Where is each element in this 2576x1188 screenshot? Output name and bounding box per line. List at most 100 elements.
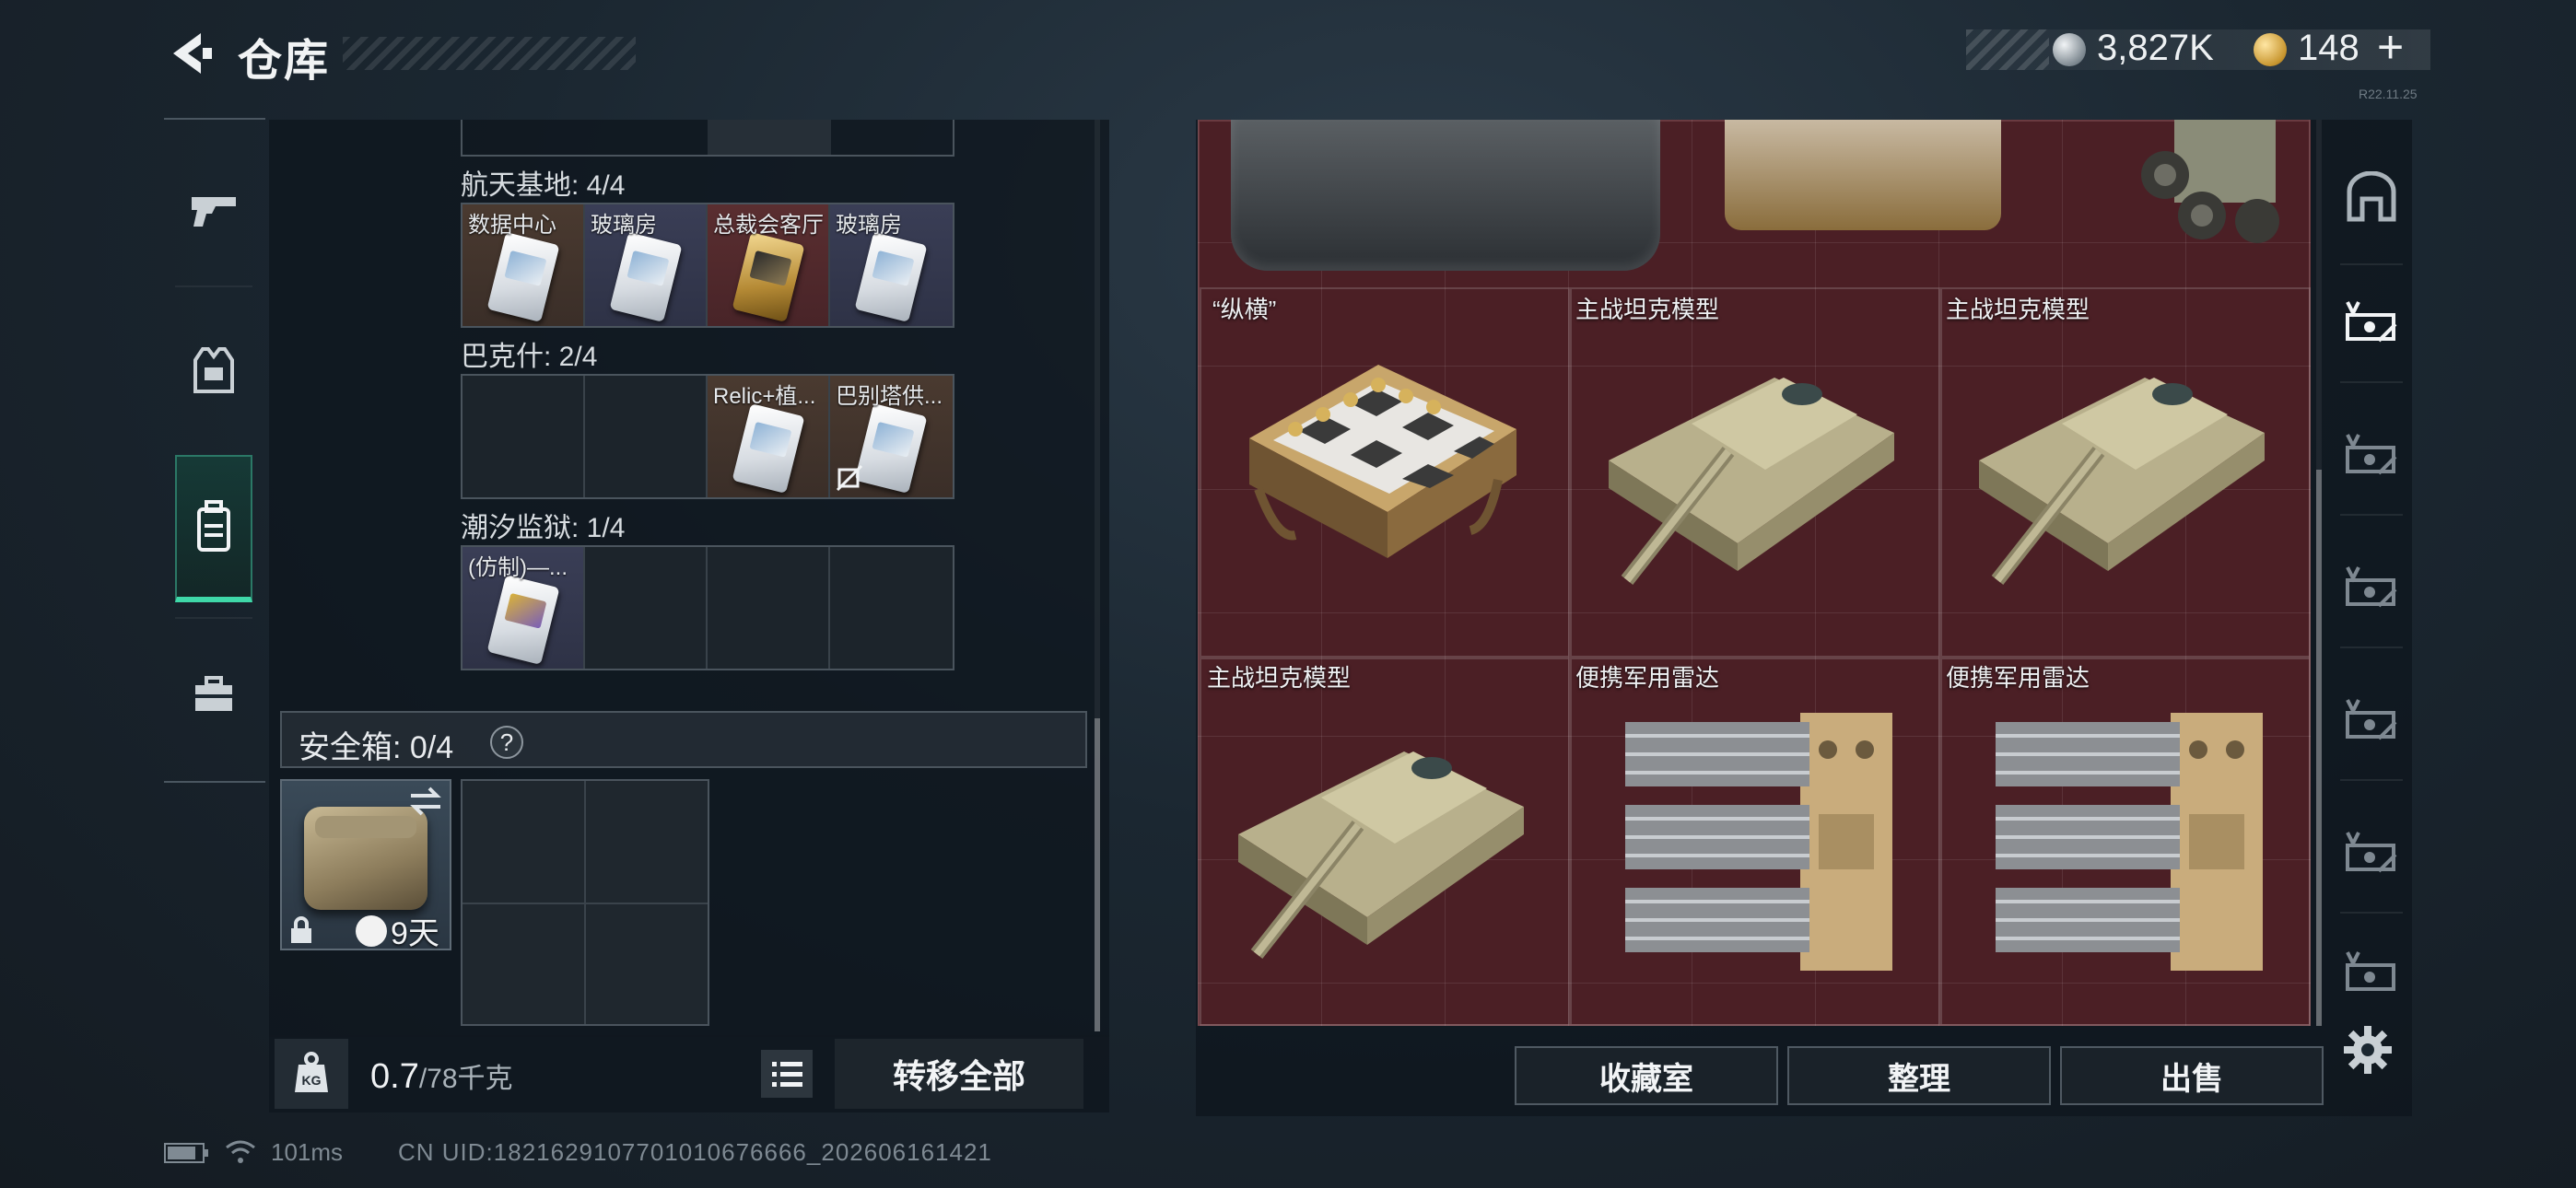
weight-readout: 0.7/78千克 xyxy=(370,1055,513,1097)
transfer-all-button[interactable]: 转移全部 xyxy=(835,1039,1083,1109)
chess-set-item xyxy=(1249,365,1516,558)
stash-tab-4[interactable] xyxy=(2335,683,2408,757)
nav-armor[interactable] xyxy=(175,297,252,444)
stash-tab-icon xyxy=(2346,832,2397,873)
stash-tab-icon xyxy=(2346,566,2397,608)
keycard-slot[interactable]: Relic+植... xyxy=(708,376,830,497)
grid-divider xyxy=(463,903,708,904)
keycard-label: (仿制)—... xyxy=(468,555,568,580)
safehouse-icon xyxy=(2347,171,2396,222)
stash-tab-1[interactable] xyxy=(2335,285,2408,359)
safe-box-title: 安全箱: 0/4 xyxy=(299,730,454,765)
keycard-icon xyxy=(486,575,560,665)
silver-coin-icon xyxy=(2053,33,2086,66)
nav-separator xyxy=(175,285,252,287)
tank-model-item xyxy=(1238,751,1524,959)
previous-slot-item[interactable] xyxy=(708,120,831,155)
tab-separator xyxy=(2340,912,2403,914)
stash-tab-icon xyxy=(2346,434,2397,475)
gold-coin-icon xyxy=(2254,33,2287,66)
keycard-section-label: 潮汐监狱: 1/4 xyxy=(461,513,626,543)
keycard-slot-empty[interactable] xyxy=(585,547,708,669)
radar-item xyxy=(1625,713,1892,971)
stash-tab-3[interactable] xyxy=(2335,551,2408,624)
item-label: 主战坦克模型 xyxy=(1946,296,2090,323)
keycard-slot[interactable]: 玻璃房 xyxy=(585,204,708,326)
keycard-row: Relic+植... 巴别塔供... xyxy=(461,374,954,499)
list-icon xyxy=(772,1062,802,1087)
toolbox-icon xyxy=(195,676,232,711)
collection-room-button[interactable]: 收藏室 xyxy=(1515,1046,1778,1105)
weight-icon: KG xyxy=(295,1052,328,1092)
help-button[interactable]: ? xyxy=(490,726,523,759)
safe-case-lid xyxy=(315,816,416,838)
tab-separator xyxy=(2340,381,2403,383)
swap-icon[interactable] xyxy=(407,785,444,818)
stash-scrollbar-thumb[interactable] xyxy=(2316,470,2322,1026)
battery-icon xyxy=(164,1143,208,1163)
tab-separator xyxy=(2340,263,2403,265)
vest-icon xyxy=(193,347,234,393)
nav-backpack[interactable] xyxy=(175,455,252,602)
nav-case[interactable] xyxy=(175,621,252,768)
keycard-slot[interactable]: 巴别塔供... xyxy=(830,376,953,497)
tab-separator xyxy=(2340,779,2403,781)
keycard-slot-empty[interactable] xyxy=(463,376,585,497)
keycard-slot[interactable]: 总裁会客厅 xyxy=(708,204,830,326)
currency-silver-amount: 3,827K xyxy=(2097,28,2214,68)
keycard-row: (仿制)—... xyxy=(461,545,954,670)
clock-icon xyxy=(356,915,387,947)
left-scrollbar-thumb[interactable] xyxy=(1095,718,1100,1031)
back-arrow-icon[interactable] xyxy=(164,28,216,79)
safe-box-slots[interactable] xyxy=(461,779,709,1026)
keycard-section-label: 巴克什: 2/4 xyxy=(461,342,598,372)
keycard-slot-empty[interactable] xyxy=(830,547,953,669)
keycard-section-label: 航天基地: 4/4 xyxy=(461,170,626,201)
nav-weapon[interactable] xyxy=(175,136,252,284)
stash-tab-icon xyxy=(2346,301,2397,343)
keycard-label: 玻璃房 xyxy=(591,213,657,238)
keycard-icon xyxy=(486,232,560,322)
keycard-icon xyxy=(732,232,805,322)
keycard-row: 数据中心 玻璃房 总裁会客厅 玻璃房 xyxy=(461,203,954,328)
add-currency-button[interactable]: + xyxy=(2377,20,2404,74)
keycard-slot[interactable]: 数据中心 xyxy=(463,204,585,326)
nav-separator xyxy=(175,617,252,619)
radar-item xyxy=(1996,713,2263,971)
safe-box-days: 9天 xyxy=(391,916,439,951)
jerrycan-item[interactable] xyxy=(1231,120,1660,271)
tank-model-item xyxy=(1609,378,1894,585)
backpack-icon xyxy=(197,500,230,552)
stash-tab-6[interactable] xyxy=(2335,945,2408,1000)
sort-button[interactable]: 整理 xyxy=(1787,1046,2051,1105)
weight-current: 0.7 xyxy=(370,1057,419,1096)
vehicle-model-item[interactable] xyxy=(2119,120,2285,249)
item-label: 主战坦克模型 xyxy=(1207,664,1352,692)
stash-tab-icon xyxy=(2346,951,2395,991)
stash-tab-5[interactable] xyxy=(2335,816,2408,890)
partial-chest-item[interactable] xyxy=(1725,120,2001,230)
keycard-slot[interactable]: (仿制)—... xyxy=(463,547,585,669)
stash-tab-2[interactable] xyxy=(2335,418,2408,492)
keycard-slot-empty[interactable] xyxy=(585,376,708,497)
title-decoration xyxy=(343,37,636,70)
keycard-slot[interactable]: 玻璃房 xyxy=(830,204,953,326)
svg-text:KG: KG xyxy=(302,1073,322,1088)
item-label: 主战坦克模型 xyxy=(1575,296,1720,323)
keycard-icon xyxy=(854,403,928,494)
keycard-slot-empty[interactable] xyxy=(708,547,830,669)
settings-gear-icon[interactable] xyxy=(2340,1022,2395,1077)
keycard-label: Relic+植... xyxy=(713,384,816,409)
item-label: 便携军用雷达 xyxy=(1946,664,2090,692)
list-view-button[interactable] xyxy=(761,1050,813,1098)
stash-tab-icon xyxy=(2346,699,2397,740)
weight-icon-box: KG xyxy=(275,1039,348,1109)
keycard-icon xyxy=(732,403,805,494)
sell-button[interactable]: 出售 xyxy=(2060,1046,2324,1105)
keycard-icon xyxy=(609,232,683,322)
ping-readout: 101ms xyxy=(271,1138,344,1166)
keycard-label: 总裁会客厅 xyxy=(713,213,824,238)
keycard-label: 巴别塔供... xyxy=(836,384,943,409)
keycard-label: 数据中心 xyxy=(468,213,556,238)
safehouse-button[interactable] xyxy=(2335,160,2408,234)
